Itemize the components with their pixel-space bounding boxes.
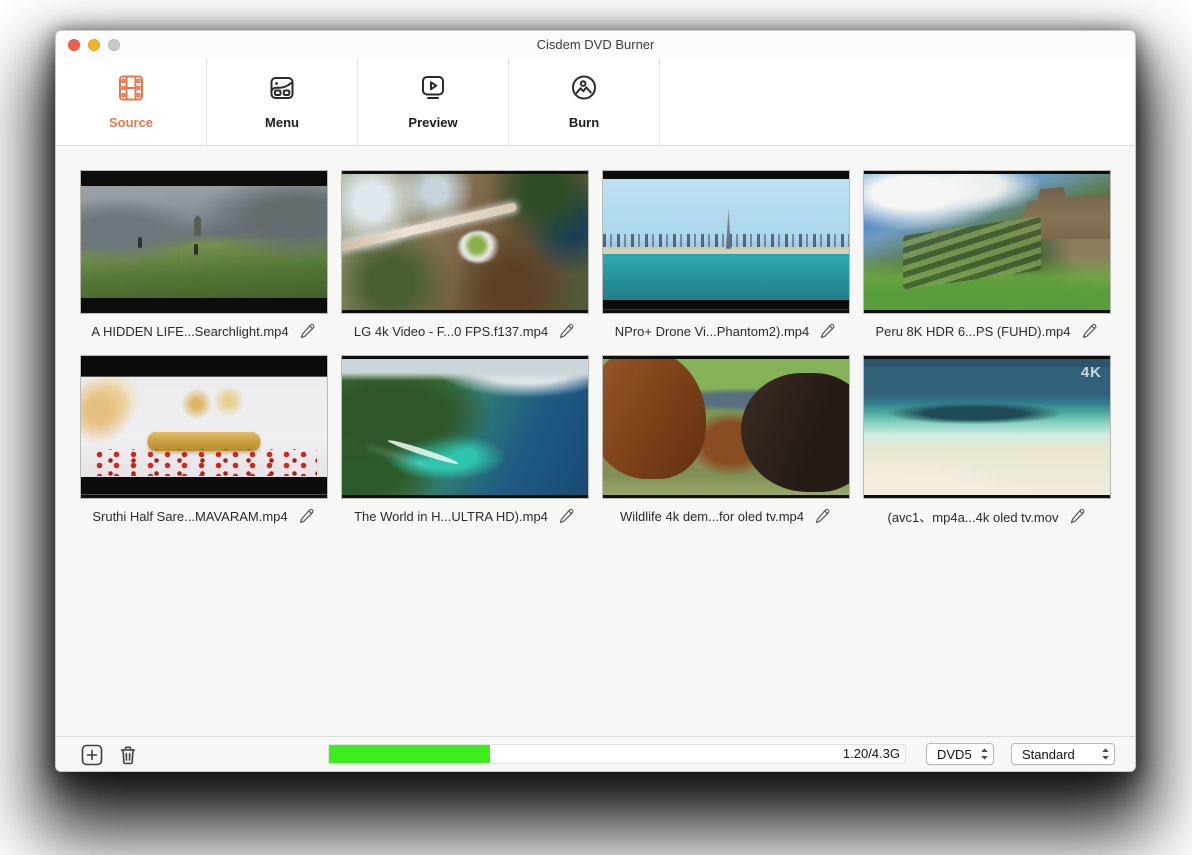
video-thumbnail[interactable] — [603, 356, 849, 498]
traffic-lights — [68, 39, 120, 51]
edit-filename-button[interactable] — [299, 322, 317, 340]
close-button[interactable] — [68, 39, 80, 51]
delete-video-button[interactable] — [117, 744, 139, 766]
tab-preview[interactable]: Preview — [358, 58, 509, 145]
toolbar-filler — [660, 58, 1135, 145]
video-item: The World in H...ULTRA HD).mp4 — [342, 356, 588, 525]
capacity-progress-bar: 1.20/4.3G — [328, 744, 906, 764]
tab-menu[interactable]: Menu — [207, 58, 358, 145]
fullscreen-button-disabled — [108, 39, 120, 51]
video-filename: Wildlife 4k dem...for oled tv.mp4 — [620, 509, 804, 524]
minimize-button[interactable] — [88, 39, 100, 51]
tab-source-label: Source — [109, 115, 153, 130]
video-filename: Sruthi Half Sare...MAVARAM.mp4 — [92, 509, 287, 524]
statusbar: 1.20/4.3G DVD5 Standard — [56, 736, 1135, 771]
disc-type-select[interactable]: DVD5 — [926, 743, 994, 765]
menu-template-icon — [267, 73, 297, 108]
video-filename: LG 4k Video - F...0 FPS.f137.mp4 — [354, 324, 548, 339]
video-thumbnail[interactable] — [342, 356, 588, 498]
edit-filename-button[interactable] — [298, 507, 316, 525]
video-item: Peru 8K HDR 6...PS (FUHD).mp4 — [864, 171, 1110, 340]
video-thumbnail[interactable] — [81, 171, 327, 313]
capacity-progress-fill — [329, 745, 490, 763]
edit-filename-button[interactable] — [558, 322, 576, 340]
tab-source[interactable]: Source — [56, 58, 207, 145]
4k-watermark: 4K — [1081, 364, 1102, 381]
capacity-label: 1.20/4.3G — [843, 745, 900, 763]
filmstrip-icon — [116, 73, 146, 108]
video-grid: A HIDDEN LIFE...Searchlight.mp4 LG 4k Vi… — [81, 171, 1110, 525]
add-video-button[interactable] — [81, 744, 103, 766]
video-thumbnail[interactable]: 4K — [864, 356, 1110, 498]
video-filename: Peru 8K HDR 6...PS (FUHD).mp4 — [875, 324, 1070, 339]
edit-filename-button[interactable] — [814, 507, 832, 525]
edit-filename-button[interactable] — [558, 507, 576, 525]
edit-filename-button[interactable] — [819, 322, 837, 340]
video-filename: NPro+ Drone Vi...Phantom2).mp4 — [615, 324, 810, 339]
video-filename: (avc1、mp4a...4k oled tv.mov — [888, 507, 1059, 526]
video-filename: A HIDDEN LIFE...Searchlight.mp4 — [91, 324, 288, 339]
tab-burn-label: Burn — [569, 115, 599, 130]
window-title: Cisdem DVD Burner — [537, 37, 655, 52]
video-item: NPro+ Drone Vi...Phantom2).mp4 — [603, 171, 849, 340]
edit-filename-button[interactable] — [1081, 322, 1099, 340]
video-item: 4K (avc1、mp4a...4k oled tv.mov — [864, 356, 1110, 525]
video-item: Sruthi Half Sare...MAVARAM.mp4 — [81, 356, 327, 525]
tab-menu-label: Menu — [265, 115, 299, 130]
plus-icon — [81, 744, 103, 766]
burn-disc-icon — [569, 73, 599, 108]
stepper-arrows-icon — [979, 745, 990, 763]
tab-burn[interactable]: Burn — [509, 58, 660, 145]
tab-preview-label: Preview — [408, 115, 457, 130]
video-item: Wildlife 4k dem...for oled tv.mp4 — [603, 356, 849, 525]
video-thumbnail[interactable] — [81, 356, 327, 498]
app-window: Cisdem DVD Burner Source — [55, 30, 1136, 772]
titlebar[interactable]: Cisdem DVD Burner — [56, 31, 1135, 58]
quality-select[interactable]: Standard — [1011, 743, 1115, 765]
toolbar: Source Menu Prev — [56, 58, 1135, 146]
video-item: A HIDDEN LIFE...Searchlight.mp4 — [81, 171, 327, 340]
edit-filename-button[interactable] — [1069, 507, 1087, 525]
video-thumbnail[interactable] — [342, 171, 588, 313]
video-thumbnail[interactable] — [864, 171, 1110, 313]
video-thumbnail[interactable] — [603, 171, 849, 313]
video-item: LG 4k Video - F...0 FPS.f137.mp4 — [342, 171, 588, 340]
video-filename: The World in H...ULTRA HD).mp4 — [354, 509, 548, 524]
stepper-arrows-icon — [1100, 745, 1111, 763]
preview-play-icon — [418, 73, 448, 108]
trash-icon — [117, 744, 139, 766]
